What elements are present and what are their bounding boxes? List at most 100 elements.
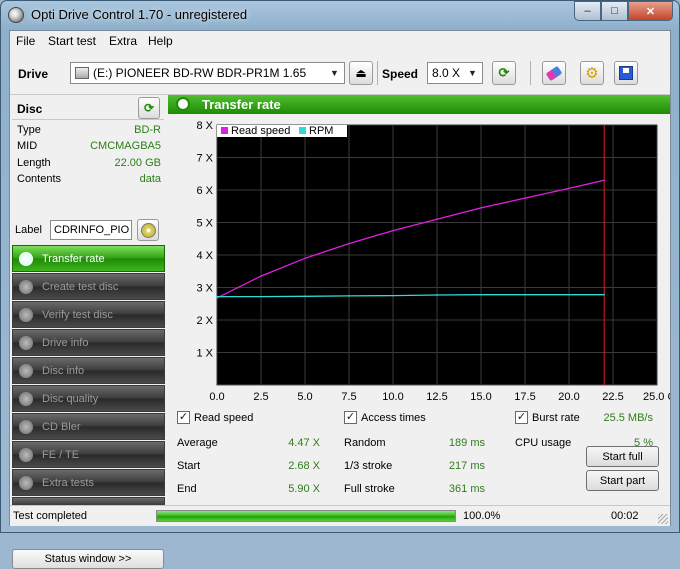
full-stroke-label: Full stroke	[344, 483, 395, 495]
disc-info-value: BD-R	[134, 124, 161, 136]
nav-label: Extra tests	[42, 476, 94, 489]
y-tick-label: 5 X	[196, 218, 213, 230]
cd-bler-icon	[19, 419, 33, 434]
minimize-button[interactable]: –	[574, 1, 601, 21]
read-speed-checkbox[interactable]: ✓	[177, 411, 190, 424]
nav-extra-tests[interactable]: Extra tests	[12, 469, 165, 496]
disc-app-icon	[8, 7, 24, 23]
start-label: Start	[177, 460, 201, 472]
nav-disc-quality[interactable]: Disc quality	[12, 385, 165, 412]
status-window-button[interactable]: Status window >>	[12, 549, 164, 569]
menu-start-test[interactable]: Start test	[48, 34, 96, 48]
nav-transfer-rate[interactable]: Transfer rate	[12, 245, 165, 272]
one-third-stroke-value: 217 ms	[448, 460, 485, 472]
progress-text: 100.0%	[463, 510, 501, 522]
menu-help[interactable]: Help	[148, 34, 173, 48]
data-point	[568, 187, 570, 190]
data-point	[304, 295, 306, 298]
nav-verify-test-disc[interactable]: Verify test disc	[12, 301, 165, 328]
data-point	[392, 229, 394, 232]
chevron-down-icon: ▼	[330, 68, 339, 78]
status-bar: Test completed 100.0% 00:02	[10, 505, 670, 526]
x-tick-label: 15.0	[470, 391, 491, 403]
disc-label-row: Label CDRINFO_PIO	[15, 219, 159, 242]
speed-select-value: 8.0 X	[432, 66, 461, 80]
disc-info-row: Type BD-R	[17, 124, 161, 140]
maximize-button[interactable]: □	[601, 1, 628, 21]
disc-quality-icon	[19, 391, 33, 406]
transfer-rate-panel: Transfer rate 1 X 2 X 3 X 4 X 5 X 6 X 7 X 8 X 0.…	[168, 95, 680, 503]
x-tick-label: 25.0 GB	[643, 391, 670, 403]
y-tick-label: 2 X	[196, 315, 213, 327]
transfer-rate-icon	[19, 251, 33, 266]
extra-tests-icon	[19, 475, 33, 490]
eject-icon: ⏏	[355, 66, 367, 80]
menu-extra[interactable]: Extra	[109, 34, 137, 48]
create-disc-icon	[19, 279, 33, 294]
progress-bar	[156, 510, 456, 522]
disc-label-field[interactable]: CDRINFO_PIO	[50, 220, 132, 240]
data-point	[436, 218, 438, 221]
disc-label-key: Label	[15, 224, 42, 236]
nav-drive-info[interactable]: Drive info	[12, 329, 165, 356]
x-tick-label: 22.5	[602, 391, 623, 403]
drive-select[interactable]: (E:) PIONEER BD-RW BDR-PR1M 1.65 ▼	[70, 62, 345, 84]
legend-label: Read speed	[231, 125, 290, 137]
title-bar[interactable]: Opti Drive Control 1.70 - unregistered –…	[1, 1, 679, 29]
toolbar-divider	[377, 61, 378, 85]
data-point	[524, 293, 526, 296]
nav-cd-bler[interactable]: CD Bler	[12, 413, 165, 440]
save-button[interactable]	[614, 61, 638, 85]
end-label: End	[177, 483, 197, 495]
x-tick-label: 0.0	[209, 391, 224, 403]
menu-file[interactable]: File	[16, 34, 35, 48]
disc-refresh-button[interactable]: ⟳	[138, 97, 160, 119]
transfer-rate-icon	[176, 97, 190, 111]
client-area: File Start test Extra Help Drive (E:) PI…	[9, 30, 680, 569]
settings-button[interactable]: ⚙	[580, 61, 604, 85]
start-part-button[interactable]: Start part	[586, 470, 659, 491]
data-point	[603, 179, 605, 182]
refresh-icon: ⟳	[498, 65, 510, 80]
nav-label: Drive info	[42, 336, 89, 349]
erase-button[interactable]	[542, 61, 566, 85]
nav-fe-te[interactable]: FE / TE	[12, 441, 165, 468]
chart-svg: 1 X 2 X 3 X 4 X 5 X 6 X 7 X 8 X 0.0 2.5 5.0 7.5 10.0…	[196, 120, 680, 403]
disc-label-button[interactable]	[137, 219, 159, 241]
fe-te-icon	[19, 447, 33, 462]
disc-info-key: MID	[17, 140, 38, 152]
data-point	[480, 207, 482, 209]
start-full-button[interactable]: Start full	[586, 446, 659, 467]
panel-title: Transfer rate	[202, 97, 281, 112]
x-tick-label: 2.5	[253, 391, 268, 403]
disc-info-row: Contents data	[17, 173, 161, 189]
speed-select[interactable]: 8.0 X ▼	[427, 62, 483, 84]
drive-select-value: (E:) PIONEER BD-RW BDR-PR1M 1.65	[93, 66, 307, 80]
eraser-icon	[545, 65, 563, 81]
cd-icon	[140, 222, 156, 238]
disc-info-key: Contents	[17, 173, 62, 185]
disc-header-label: Disc	[17, 102, 43, 116]
access-times-checkbox[interactable]: ✓	[344, 411, 357, 424]
resize-grip-icon[interactable]	[658, 514, 668, 524]
close-button[interactable]: ✕	[628, 1, 673, 21]
y-tick-label: 6 X	[196, 185, 213, 197]
burst-rate-label: Burst rate	[532, 412, 580, 424]
legend-label: RPM	[309, 125, 333, 137]
data-point	[436, 294, 438, 296]
nav-label: Verify test disc	[42, 308, 113, 321]
floppy-disk-icon	[619, 66, 633, 80]
y-tick-label: 8 X	[196, 120, 213, 132]
eject-button[interactable]: ⏏	[349, 61, 373, 85]
window-controls: – □ ✕	[574, 1, 673, 21]
start-value: 2.68 X	[288, 460, 320, 472]
burst-rate-checkbox[interactable]: ✓	[515, 411, 528, 424]
refresh-button[interactable]: ⟳	[492, 61, 516, 85]
toolbar: Drive (E:) PIONEER BD-RW BDR-PR1M 1.65 ▼…	[10, 51, 670, 95]
nav-create-test-disc[interactable]: Create test disc	[12, 273, 165, 300]
nav-label: Create test disc	[42, 280, 119, 293]
nav-disc-info[interactable]: Disc info	[12, 357, 165, 384]
disc-info-key: Length	[17, 157, 51, 169]
disc-header: Disc ⟳	[12, 97, 164, 119]
nav-label: CD Bler	[42, 420, 81, 433]
